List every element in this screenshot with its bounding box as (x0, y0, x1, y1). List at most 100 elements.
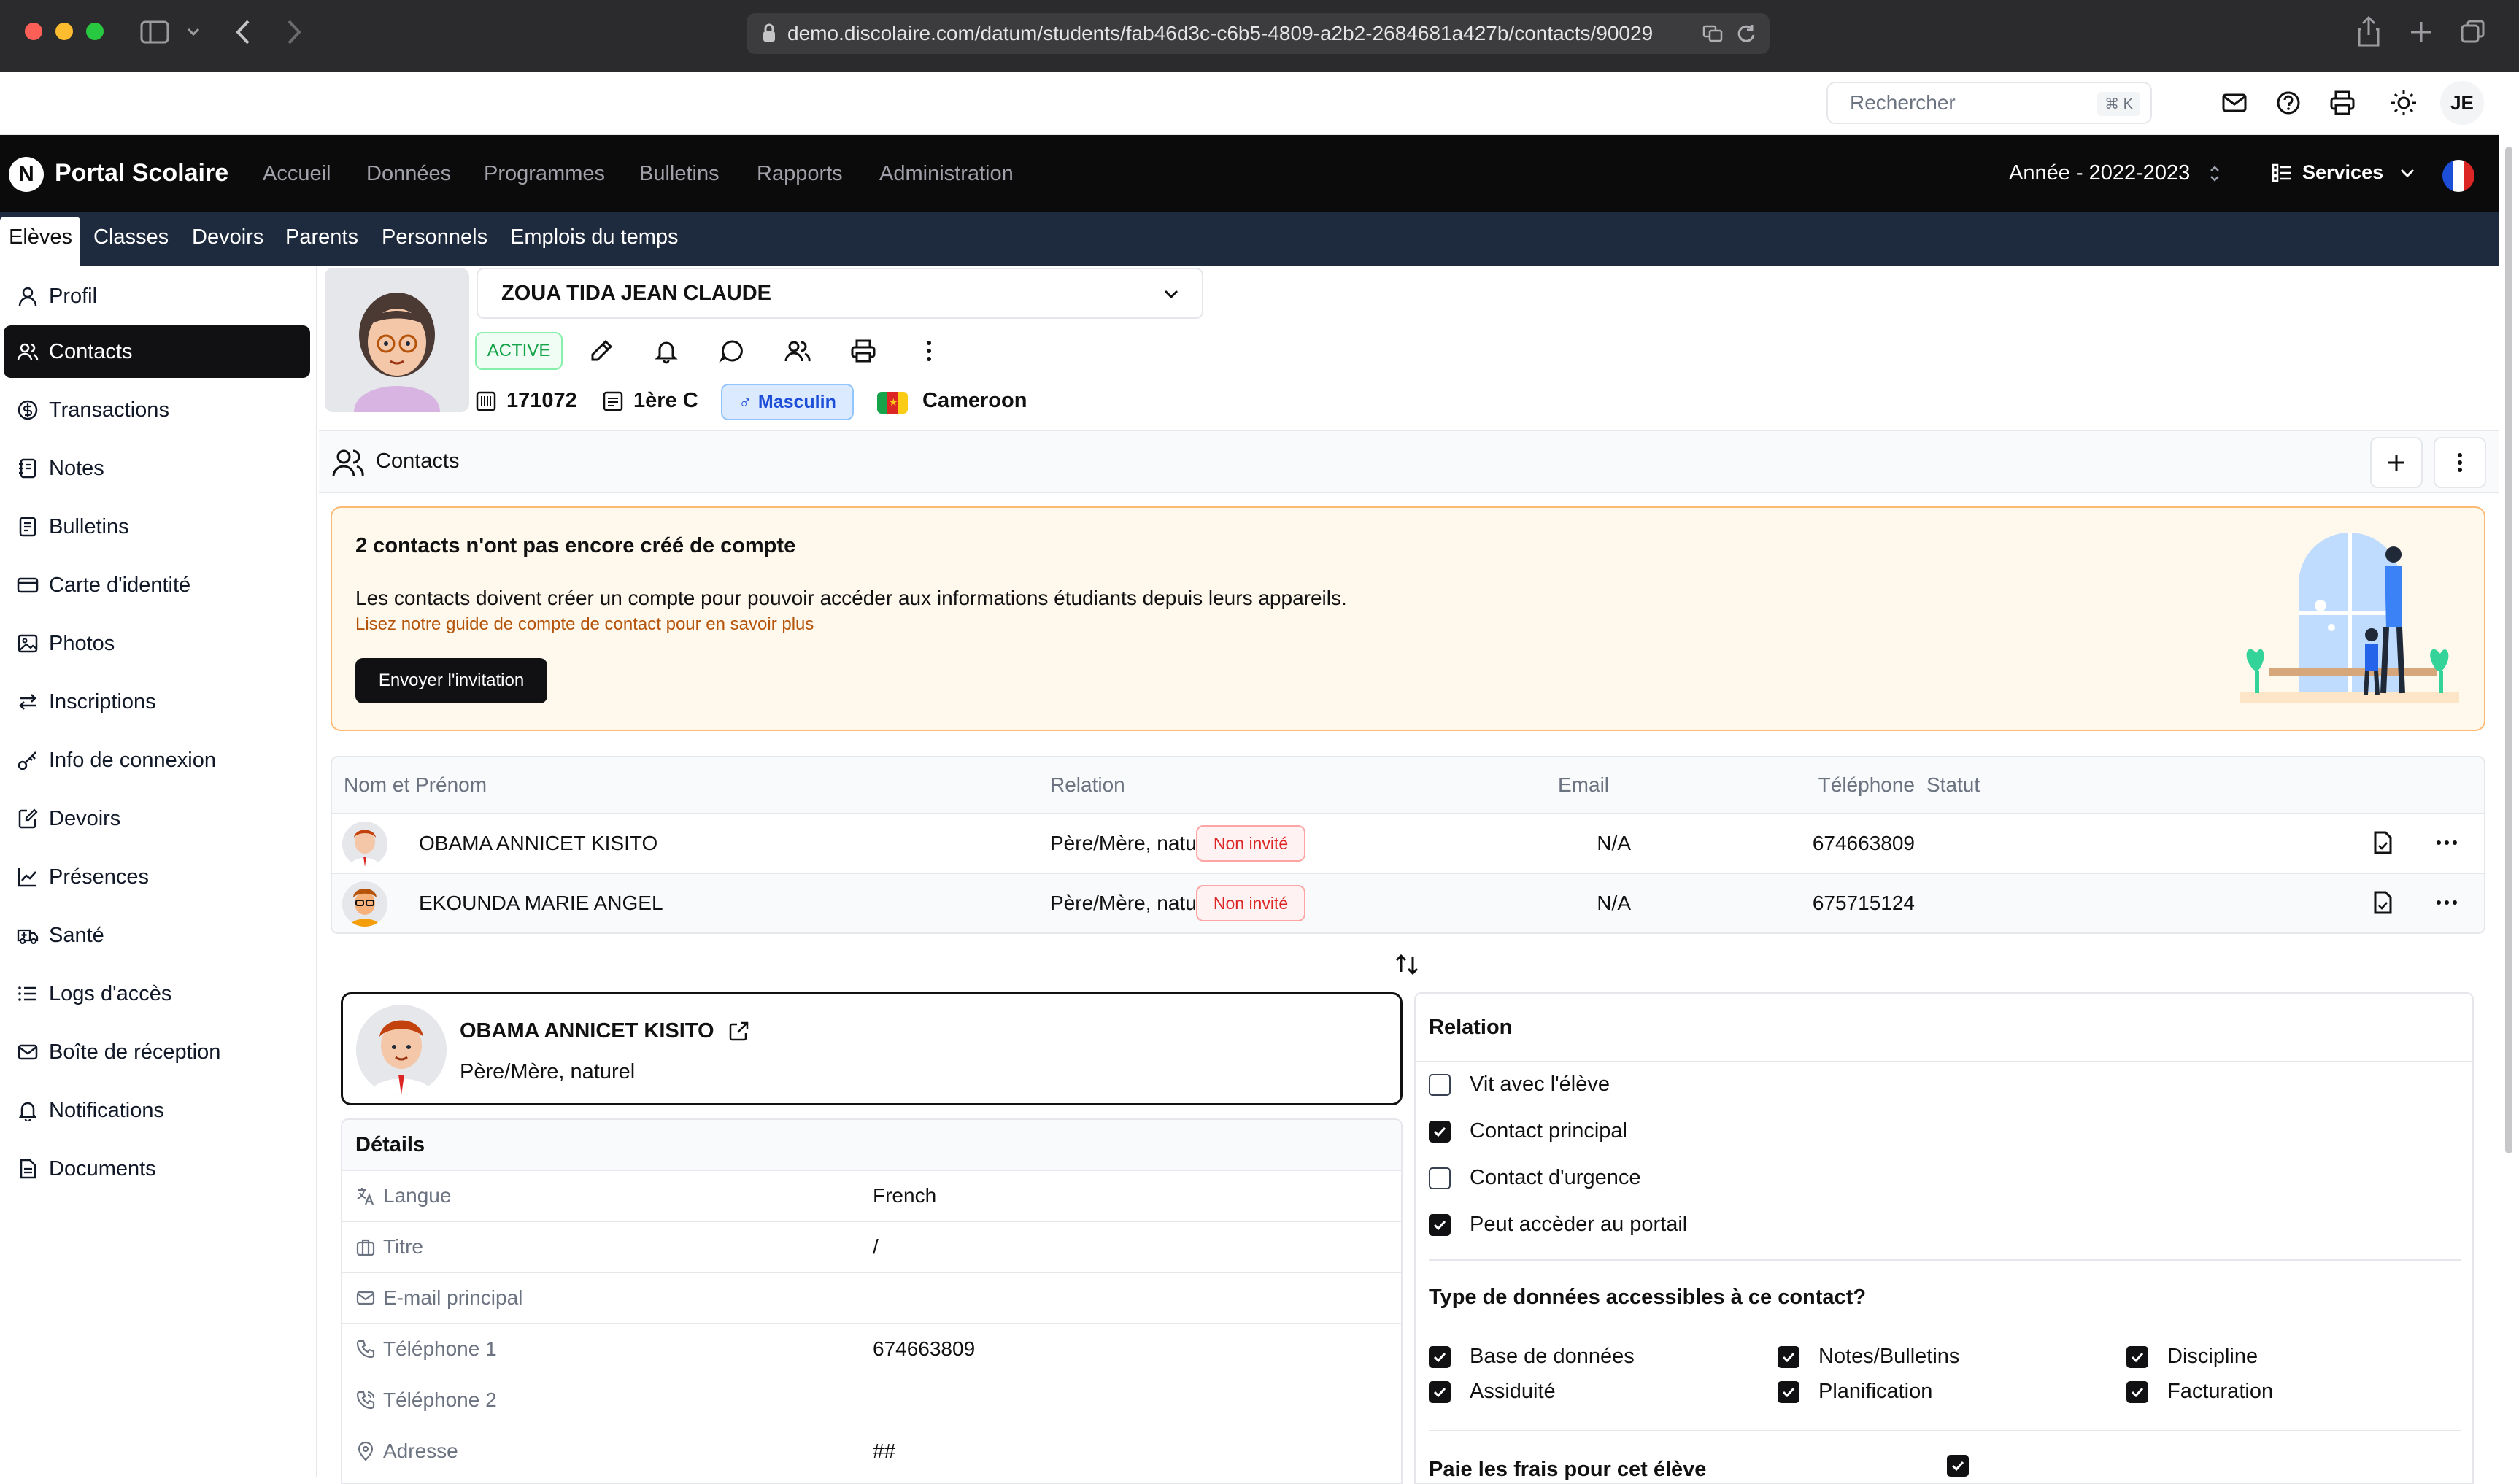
external-link-icon[interactable] (728, 1021, 749, 1043)
tab-devoirs[interactable]: Devoirs (192, 225, 263, 250)
sidebar-item-profil[interactable]: Profil (4, 270, 310, 322)
sidebar-item-contacts[interactable]: Contacts (4, 325, 310, 378)
checkbox-assiduite[interactable]: Assiduité (1429, 1380, 1556, 1404)
print-icon[interactable] (2328, 88, 2357, 117)
print-icon[interactable] (850, 338, 876, 364)
nav-administration[interactable]: Administration (879, 162, 1014, 186)
checkbox-box[interactable] (1429, 1345, 1451, 1368)
checkbox-box[interactable] (1429, 1073, 1451, 1096)
checkbox-box[interactable] (1778, 1345, 1799, 1368)
checkbox-acces-portail[interactable]: Peut accèder au portail (1429, 1213, 1687, 1237)
tab-eleves[interactable]: Elèves (0, 217, 80, 266)
contact-name[interactable]: OBAMA ANNICET KISITO (419, 832, 657, 855)
new-tab-icon[interactable] (2410, 20, 2433, 44)
swap-vertical-icon[interactable] (1394, 951, 1420, 978)
table-row[interactable]: EKOUNDA MARIE ANGEL Père/Mère, naturel N… (332, 874, 2484, 932)
send-invitation-button[interactable]: Envoyer l'invitation (355, 658, 547, 703)
sidebar-item-devoirs[interactable]: Devoirs (4, 792, 310, 845)
sidebar-item-notes[interactable]: Notes (4, 442, 310, 495)
share-icon[interactable] (2357, 16, 2380, 47)
selected-contact-card[interactable]: OBAMA ANNICET KISITO Père/Mère, naturel (341, 992, 1403, 1105)
more-horizontal-icon[interactable] (2434, 889, 2460, 916)
checkbox-facturation[interactable]: Facturation (2126, 1380, 2273, 1404)
zoom-window-button[interactable] (86, 23, 104, 40)
invite-document-icon[interactable] (2369, 889, 2396, 916)
services-menu[interactable]: Services (2272, 161, 2415, 184)
school-year-select[interactable]: Année - 2022-2023 (2009, 161, 2221, 185)
checkbox-box[interactable] (1429, 1167, 1451, 1189)
invite-document-icon[interactable] (2369, 830, 2396, 856)
sidebar-item-transactions[interactable]: Transactions (4, 384, 310, 436)
sidebar-item-boite-reception[interactable]: Boîte de réception (4, 1026, 310, 1078)
language-flag-icon[interactable] (2442, 160, 2474, 192)
brand-name[interactable]: Portal Scolaire (55, 159, 228, 188)
chevron-down-icon[interactable] (187, 28, 200, 36)
sidebar-item-notifications[interactable]: Notifications (4, 1084, 310, 1137)
student-select[interactable]: ZOUA TIDA JEAN CLAUDE (477, 268, 1203, 319)
student-avatar[interactable] (325, 268, 469, 412)
table-row[interactable]: OBAMA ANNICET KISITO Père/Mère, naturel … (332, 814, 2484, 874)
logo-icon[interactable]: N (9, 157, 44, 192)
message-icon[interactable] (719, 338, 745, 364)
sidebar-item-inscriptions[interactable]: Inscriptions (4, 676, 310, 728)
translate-icon[interactable] (1702, 23, 1723, 44)
page-scrollbar[interactable] (2503, 135, 2515, 1156)
tab-parents[interactable]: Parents (285, 225, 358, 250)
checkbox-box[interactable] (1429, 1380, 1451, 1403)
back-icon[interactable] (235, 19, 251, 45)
banner-guide-link[interactable]: Lisez notre guide de compte de contact p… (355, 614, 814, 635)
more-horizontal-icon[interactable] (2434, 830, 2460, 856)
sidebar-item-info-connexion[interactable]: Info de connexion (4, 734, 310, 787)
more-vertical-icon[interactable] (916, 338, 942, 364)
checkbox-base-donnees[interactable]: Base de données (1429, 1345, 1635, 1369)
sidebar-toggle-icon[interactable] (140, 20, 169, 44)
col-relation[interactable]: Relation (1050, 773, 1125, 797)
sidebar-item-sante[interactable]: Santé (4, 909, 310, 962)
sidebar-item-documents[interactable]: Documents (4, 1143, 310, 1195)
bell-icon[interactable] (653, 338, 679, 364)
nav-accueil[interactable]: Accueil (263, 162, 331, 186)
minimize-window-button[interactable] (55, 23, 73, 40)
checkbox-box[interactable] (1778, 1380, 1799, 1403)
users-icon[interactable] (784, 338, 811, 364)
col-email[interactable]: Email (1558, 773, 1609, 797)
col-phone[interactable]: Téléphone (1769, 773, 1915, 797)
checkbox-paie-frais[interactable] (1947, 1455, 1969, 1477)
sidebar-item-photos[interactable]: Photos (4, 617, 310, 670)
sidebar-item-presences[interactable]: Présences (4, 851, 310, 903)
tab-emplois-du-temps[interactable]: Emplois du temps (510, 225, 679, 250)
checkbox-box[interactable] (2126, 1345, 2148, 1368)
help-icon[interactable] (2274, 88, 2303, 117)
close-window-button[interactable] (25, 23, 42, 40)
nav-donnees[interactable]: Données (366, 162, 451, 186)
checkbox-contact-urgence[interactable]: Contact d'urgence (1429, 1166, 1640, 1190)
tab-classes[interactable]: Classes (93, 225, 169, 250)
tabs-overview-icon[interactable] (2461, 19, 2485, 44)
user-avatar[interactable]: JE (2440, 81, 2484, 125)
reload-icon[interactable] (1736, 23, 1756, 44)
checkbox-discipline[interactable]: Discipline (2126, 1345, 2258, 1369)
checkbox-box[interactable] (1429, 1120, 1451, 1143)
checkbox-notes-bulletins[interactable]: Notes/Bulletins (1778, 1345, 1959, 1369)
student-classroom[interactable]: 1ère C (603, 389, 698, 413)
checkbox-contact-principal[interactable]: Contact principal (1429, 1119, 1627, 1143)
add-contact-button[interactable] (2370, 437, 2423, 488)
address-bar[interactable]: demo.discolaire.com/datum/students/fab46… (747, 13, 1770, 54)
contacts-more-button[interactable] (2434, 437, 2486, 488)
forward-icon[interactable] (286, 19, 302, 45)
checkbox-vit-avec-eleve[interactable]: Vit avec l'élève (1429, 1073, 1610, 1097)
sidebar-item-bulletins[interactable]: Bulletins (4, 501, 310, 553)
tab-personnels[interactable]: Personnels (382, 225, 487, 250)
sidebar-item-carte-identite[interactable]: Carte d'identité (4, 559, 310, 611)
col-name[interactable]: Nom et Prénom (344, 773, 487, 797)
mail-icon[interactable] (2220, 88, 2249, 117)
contact-name[interactable]: EKOUNDA MARIE ANGEL (419, 892, 663, 915)
checkbox-box[interactable] (2126, 1380, 2148, 1403)
scrollbar-thumb[interactable] (2505, 147, 2512, 1153)
sidebar-item-logs-acces[interactable]: Logs d'accès (4, 967, 310, 1020)
edit-icon[interactable] (588, 338, 614, 364)
theme-toggle-icon[interactable] (2389, 88, 2418, 117)
nav-programmes[interactable]: Programmes (484, 162, 605, 186)
col-status[interactable]: Statut (1926, 773, 1980, 797)
search-input[interactable]: Rechercher ⌘ K (1826, 82, 2152, 124)
